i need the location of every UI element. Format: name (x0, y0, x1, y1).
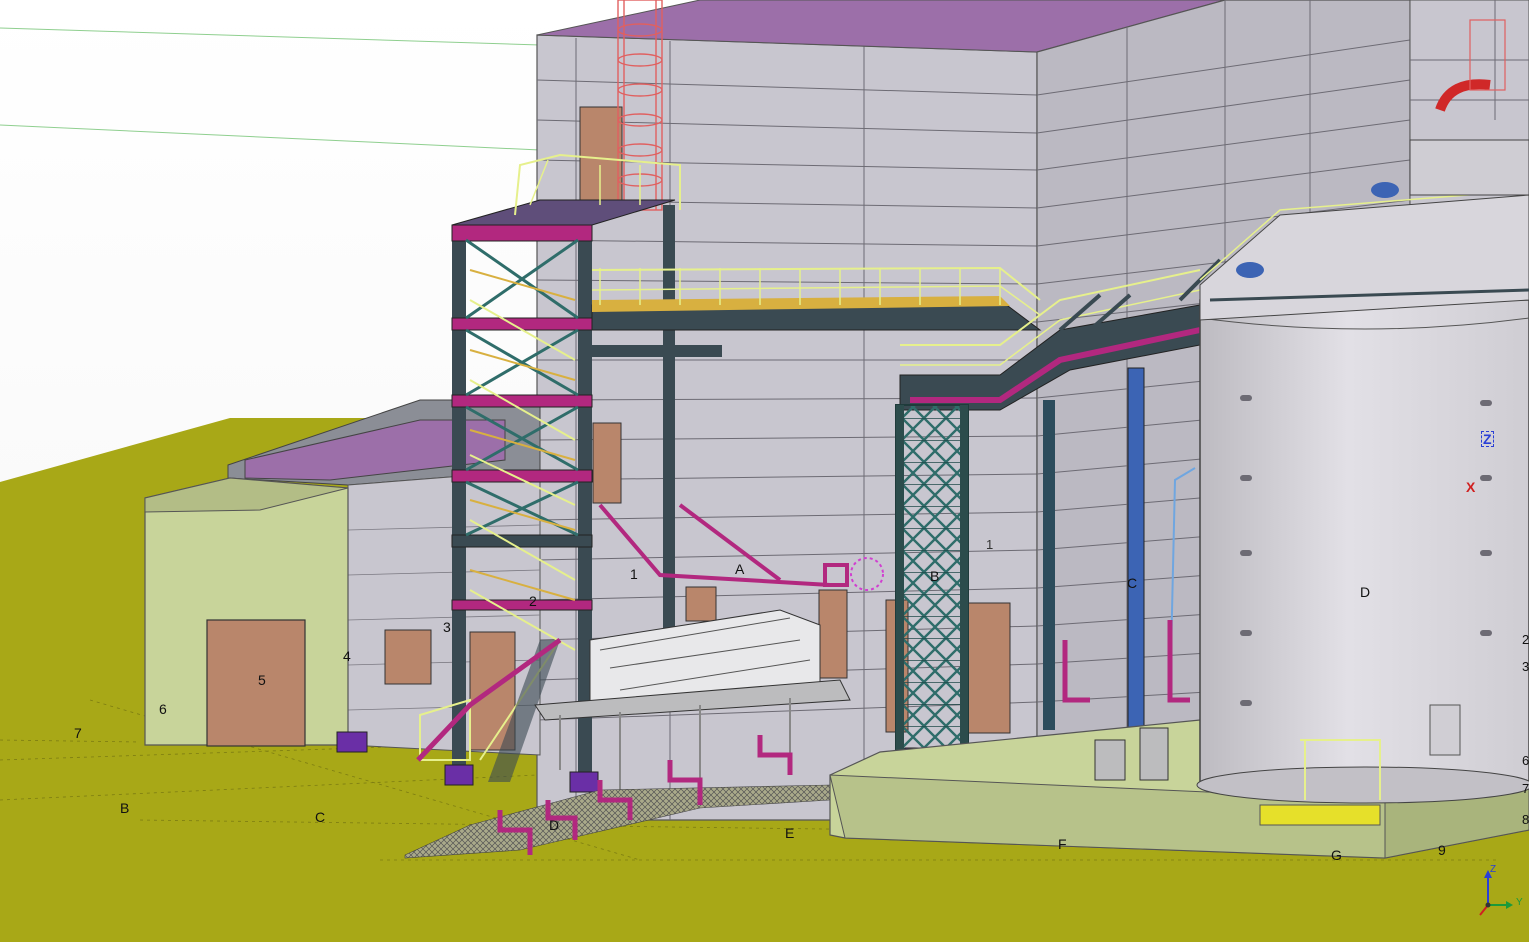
tank-D (1196, 299, 1529, 804)
grid-label-A: A (735, 561, 745, 577)
door-small (384, 629, 432, 685)
grid-label-2: 2 (529, 593, 537, 609)
3d-model-scene[interactable] (0, 0, 1529, 942)
grid-label-C-ground: C (315, 809, 326, 825)
grid-label-D-ground: D (549, 817, 560, 833)
grid-label-D-tank: D (1360, 584, 1371, 600)
grid-label-5: 5 (258, 672, 266, 688)
x-axis-marker: X (1466, 479, 1476, 495)
grid-label-C-column: C (1127, 575, 1138, 591)
grid-label-F-ground: F (1058, 836, 1067, 852)
grid-label-3: 3 (443, 619, 451, 635)
grid-label-1: 1 (630, 566, 638, 582)
edge-label-3: 3 (1522, 659, 1529, 674)
pipe-column (1127, 367, 1145, 779)
grid-label-9: 9 (1438, 842, 1446, 858)
model-viewport[interactable]: 1 2 3 4 5 6 7 9 A B C D B C D E F G 1 2 … (0, 0, 1529, 942)
grid-label-7: 7 (74, 725, 82, 741)
edge-label-6: 6 (1522, 753, 1529, 768)
grid-label-4: 4 (343, 648, 351, 664)
axis-triad: Z Y (1466, 860, 1526, 920)
edge-label-7: 7 (1522, 781, 1529, 796)
triad-y-label: Y (1516, 897, 1523, 908)
door-large (206, 619, 306, 747)
grid-label-B-tower: B (930, 568, 940, 584)
wall-marker: 1 (986, 537, 994, 552)
door-upper (579, 106, 623, 206)
grid-label-E-ground: E (785, 825, 795, 841)
grid-label-6: 6 (159, 701, 167, 717)
grid-label-B-ground: B (120, 800, 130, 816)
triad-z-label: Z (1490, 864, 1497, 875)
z-axis-marker: Z (1481, 431, 1494, 447)
edge-label-8: 8 (1522, 812, 1529, 827)
grid-label-G-ground: G (1331, 847, 1342, 863)
edge-label-2: 2 (1522, 632, 1529, 647)
